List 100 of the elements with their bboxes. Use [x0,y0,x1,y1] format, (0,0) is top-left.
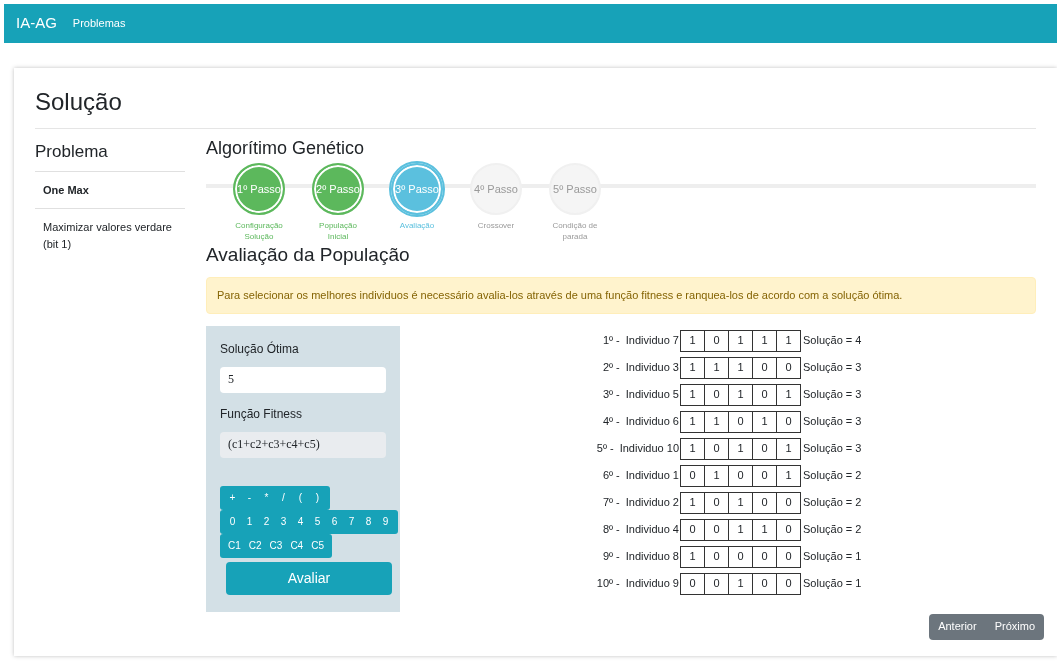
keypad-key[interactable]: - [241,485,258,510]
step-caption: Configuração Solução [234,220,284,242]
fitness-result: Solução = 4 [803,333,862,349]
keypad-key[interactable]: 9 [377,509,394,534]
gene-cell: 1 [681,491,705,514]
info-alert: Para selecionar os melhores individuos é necessário avalia-los através de uma função fitness e ranquea-los de acordo com a solução ótima. [206,277,1036,314]
gene-cell: 0 [729,464,753,487]
step-caption: Crossover [476,220,516,231]
keypad-key[interactable]: C1 [224,533,245,558]
section-title: Algorítimo Genético [206,137,366,159]
pager-button[interactable]: Próximo [985,613,1044,640]
gene-cell: 0 [705,329,729,352]
fitness-result: Solução = 1 [803,576,862,592]
step-caption: Condição de parada [551,220,599,242]
rank-number: 1º - [602,333,620,349]
brand-link[interactable]: IA-AG [16,12,57,35]
keypad-key[interactable]: 6 [326,509,343,534]
field-label: Solução Ótima [220,340,300,358]
keypad-key[interactable]: ( [292,485,309,510]
gene-cell: 0 [777,410,801,433]
gene-cell: 1 [705,464,729,487]
rank-number: 5º - [596,441,614,457]
gene-cell: 1 [777,437,801,460]
fitness-result: Solução = 2 [803,522,862,538]
gene-cell: 1 [681,356,705,379]
sidebar-item[interactable]: Maximizar valores verdare (bit 1) [35,209,185,263]
input-field[interactable]: 5 [220,366,386,393]
individual-name: Individuo 10 [619,441,679,457]
sidebar-item[interactable]: One Max [35,171,185,209]
gene-cell: 0 [753,356,777,379]
gene-cell: 1 [729,518,753,541]
gene-cell: 0 [729,410,753,433]
step-caption: Avaliação [398,220,436,231]
gene-cell: 1 [729,383,753,406]
gene-cell: 1 [681,545,705,568]
gene-cell: 1 [729,356,753,379]
rank-number: 10º - [596,576,620,592]
gene-cell: 1 [729,437,753,460]
fitness-result: Solução = 2 [803,495,862,511]
individual-name: Individuo 1 [625,468,679,484]
individual-name: Individuo 7 [625,333,679,349]
gene-cell: 0 [753,491,777,514]
input-field[interactable]: (c1+c2+c3+c4+c5) [220,431,386,458]
fitness-result: Solução = 1 [803,549,862,565]
gene-cell: 0 [705,545,729,568]
keypad-key[interactable]: C4 [286,533,308,558]
gene-cell: 0 [777,545,801,568]
gene-cell: 0 [729,545,753,568]
rank-number: 2º - [602,360,620,376]
gene-cell: 0 [777,356,801,379]
gene-cell: 1 [681,383,705,406]
keypad-key[interactable]: C3 [265,533,287,558]
keypad-key[interactable]: / [275,485,292,510]
gene-cell: 0 [705,572,729,595]
gene-cell: 1 [729,572,753,595]
keypad-key[interactable]: 5 [309,509,326,534]
gene-cell: 0 [753,464,777,487]
keypad-key[interactable]: 1 [241,509,258,534]
rank-number: 7º - [602,495,620,511]
rank-number: 8º - [602,522,620,538]
keypad-key[interactable]: 0 [224,509,241,534]
keypad-key[interactable]: C5 [307,533,328,558]
keypad-key[interactable]: 7 [343,509,360,534]
gene-cell: 0 [753,545,777,568]
nav-link[interactable]: Problemas [72,15,126,32]
gene-cell: 0 [705,437,729,460]
gene-cell: 1 [681,329,705,352]
gene-cell: 1 [777,329,801,352]
keypad-key[interactable]: + [224,485,241,510]
keypad-key[interactable]: 8 [360,509,377,534]
gene-cell: 0 [753,572,777,595]
fitness-result: Solução = 3 [803,387,862,403]
fitness-result: Solução = 3 [803,414,862,430]
gene-cell: 0 [777,572,801,595]
individual-name: Individuo 6 [625,414,679,430]
gene-cell: 1 [705,410,729,433]
individual-name: Individuo 5 [625,387,679,403]
gene-cell: 1 [681,410,705,433]
gene-cell: 0 [705,491,729,514]
individual-name: Individuo 8 [625,549,679,565]
fitness-result: Solução = 3 [803,441,862,457]
keypad-key[interactable]: 3 [275,509,292,534]
rank-number: 4º - [602,414,620,430]
gene-cell: 1 [753,410,777,433]
keypad-key[interactable]: 4 [292,509,309,534]
gene-cell: 0 [777,518,801,541]
gene-cell: 0 [681,518,705,541]
gene-cell: 0 [777,491,801,514]
pager-button[interactable]: Anterior [929,613,986,640]
rank-number: 6º - [602,468,620,484]
keypad-key[interactable]: 2 [258,509,275,534]
keypad-key[interactable]: * [258,485,275,510]
keypad-key[interactable]: ) [309,485,326,510]
evaluate-button[interactable]: Avaliar [226,561,392,595]
keypad-key[interactable]: C2 [244,533,266,558]
section-heading: Avaliação da População [206,244,411,266]
rank-number: 9º - [602,549,620,565]
gene-cell: 1 [729,329,753,352]
gene-cell: 1 [705,356,729,379]
gene-cell: 0 [705,383,729,406]
